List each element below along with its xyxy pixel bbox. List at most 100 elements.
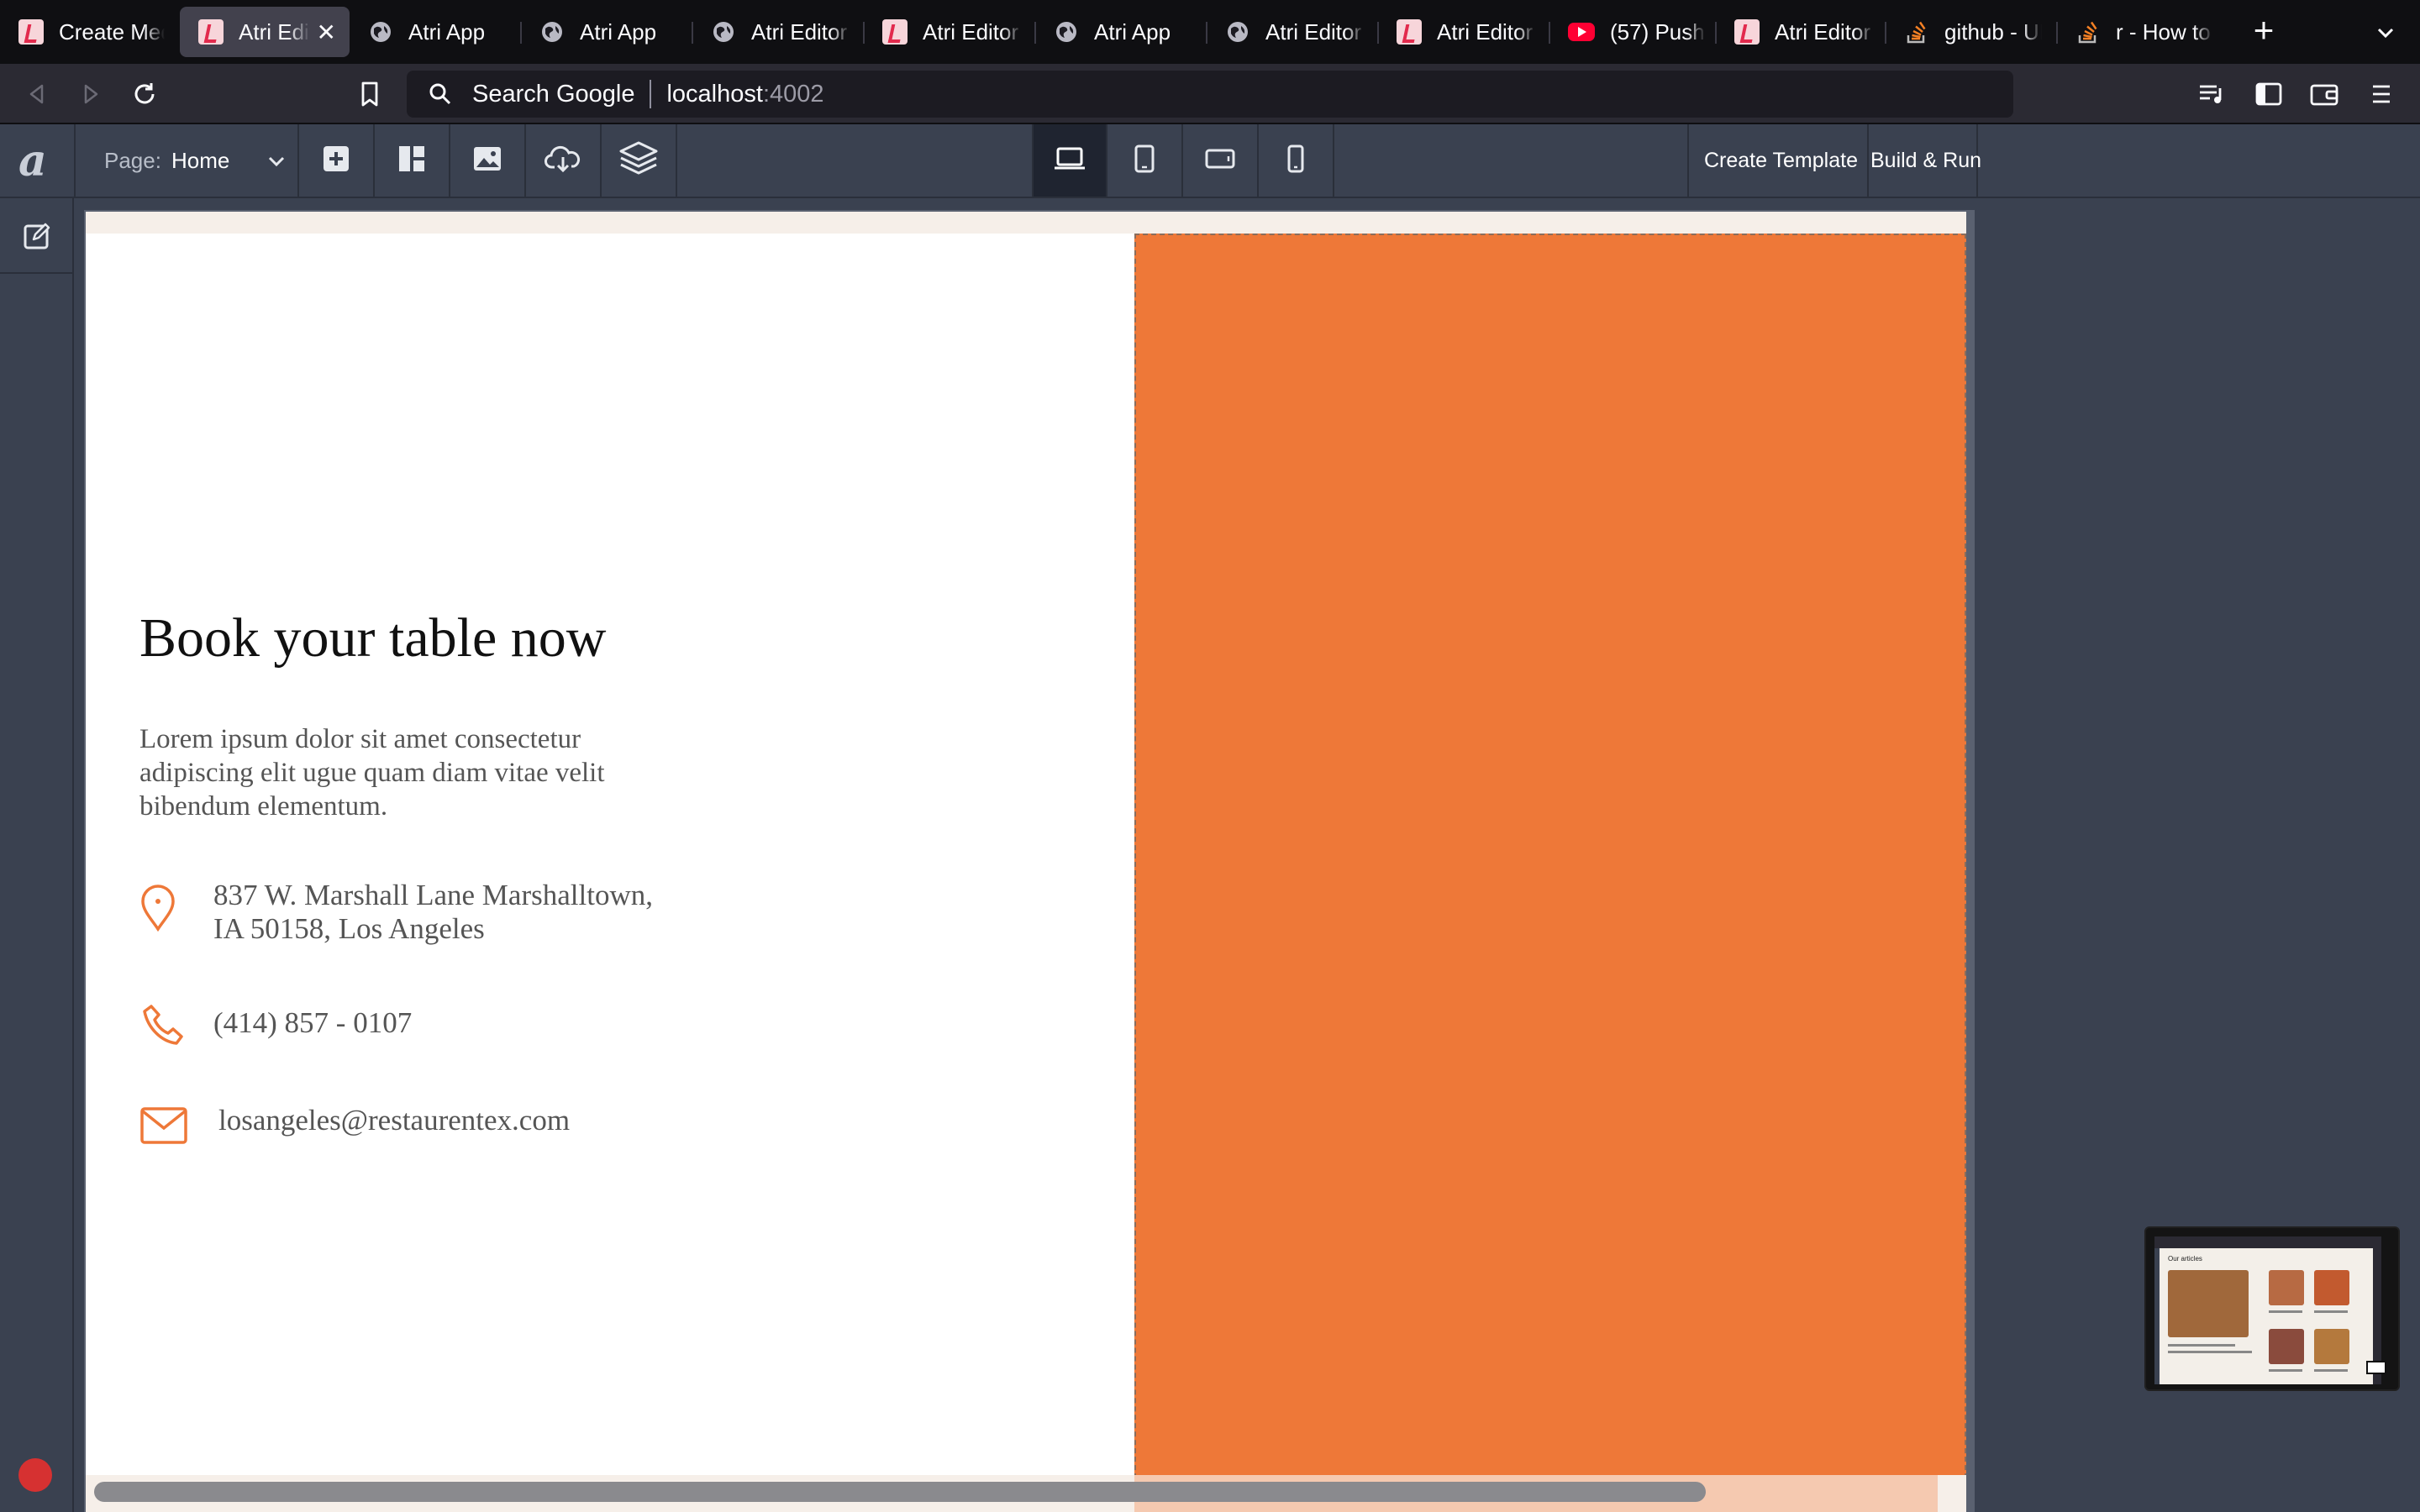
editor-left-rail [0, 198, 74, 1512]
atri-logo-icon [1734, 19, 1760, 45]
tab-title: Atri Edit [239, 18, 310, 45]
preview-caption [2269, 1369, 2302, 1372]
tablet-landscape-icon [1205, 147, 1235, 175]
tab-title: Create Med [59, 18, 165, 45]
canvas-page[interactable]: Book your table now Lorem ipsum dolor si… [86, 212, 1966, 1512]
tab-title: Atri App [408, 18, 486, 45]
sidebar-icon[interactable] [2254, 79, 2284, 109]
laptop-icon [1053, 146, 1086, 176]
edit-icon[interactable] [23, 222, 51, 255]
bookmark-icon[interactable] [355, 79, 385, 109]
tab-title: Atri Editor [751, 18, 848, 45]
globe-icon [711, 19, 736, 45]
phone-number: (414) 857 - 0107 [213, 1006, 413, 1039]
page-select-label: Page: [104, 147, 161, 173]
booking-description[interactable]: Lorem ipsum dolor sit amet consectetur a… [139, 722, 677, 823]
reload-icon[interactable] [129, 79, 160, 109]
browser-tab[interactable]: Atri Editor [1716, 7, 1887, 57]
browser-tab[interactable]: Create Med [0, 7, 178, 57]
preview-caption [2168, 1351, 2252, 1353]
add-component-button[interactable] [299, 124, 375, 197]
youtube-icon [1568, 23, 1595, 41]
globe-icon [1225, 19, 1250, 45]
image-icon [472, 145, 502, 176]
globe-icon [368, 19, 393, 45]
add-component-icon [322, 144, 350, 177]
address-line-1: 837 W. Marshall Lane Marshalltown, [213, 879, 653, 911]
search-icon [417, 71, 464, 118]
browser-tab[interactable]: Atri Editor [864, 7, 1035, 57]
page-preview-thumbnail[interactable]: Our articles [2144, 1226, 2400, 1391]
browser-tab[interactable]: Atri App [521, 7, 692, 57]
close-tab-icon[interactable]: ✕ [317, 18, 336, 46]
device-mobile-button[interactable] [1259, 124, 1334, 197]
page-select[interactable]: Page: Home [74, 124, 299, 197]
editor-toolbar: a Page: Home Create Template Build & Run [0, 124, 2420, 198]
mobile-icon [1286, 144, 1305, 177]
layers-button[interactable] [602, 124, 677, 197]
browser-tab[interactable]: Atri App [1035, 7, 1207, 57]
globe-icon [1054, 19, 1079, 45]
layout-button[interactable] [375, 124, 450, 197]
browser-tab[interactable]: Atri Editor [692, 7, 864, 57]
rail-divider [0, 272, 74, 274]
create-template-button[interactable]: Create Template [1687, 124, 1867, 197]
atri-logo-icon [1397, 19, 1422, 45]
page-select-value: Home [171, 147, 230, 173]
preview-caption [2168, 1344, 2235, 1347]
layout-icon [397, 144, 426, 177]
preview-caption [2314, 1310, 2348, 1313]
preview-food-image [2314, 1329, 2349, 1364]
tab-title: Atri Editor [1265, 18, 1362, 45]
address-line-2: IA 50158, Los Angeles [213, 912, 485, 945]
booking-heading[interactable]: Book your table now [139, 606, 606, 670]
preview-browser-bar [2154, 1236, 2381, 1248]
back-icon[interactable] [22, 79, 52, 109]
forward-icon[interactable] [76, 79, 106, 109]
record-indicator[interactable] [18, 1458, 52, 1492]
email-address: losangeles@restaurentex.com [218, 1104, 571, 1137]
cloud-download-button[interactable] [526, 124, 602, 197]
horizontal-scrollbar[interactable] [94, 1482, 1706, 1502]
address-row[interactable]: 837 W. Marshall Lane Marshalltown, IA 50… [139, 879, 744, 946]
playlist-icon[interactable] [2196, 79, 2227, 109]
phone-row[interactable]: (414) 857 - 0107 [139, 1003, 744, 1053]
atri-logo-icon [882, 19, 908, 45]
url-bar[interactable]: Search Google localhost:4002 [407, 71, 2013, 118]
tablet-icon [1133, 144, 1156, 177]
device-tablet-landscape-button[interactable] [1183, 124, 1259, 197]
device-tablet-button[interactable] [1107, 124, 1183, 197]
tab-title: github - UN [1944, 18, 2042, 45]
email-row[interactable]: losangeles@restaurentex.com [139, 1100, 744, 1151]
browser-tab[interactable]: Atri App [350, 7, 521, 57]
device-laptop-button[interactable] [1032, 124, 1107, 197]
preview-expand-button[interactable] [2366, 1361, 2386, 1374]
browser-tab[interactable]: (57) Push A [1549, 7, 1719, 57]
atri-logo-icon [18, 19, 44, 45]
stackoverflow-icon [1904, 19, 1929, 45]
browser-tab-active[interactable]: Atri Edit ✕ [180, 7, 350, 57]
url-host: localhost [666, 80, 763, 108]
search-engine-label: Search Google [472, 80, 635, 108]
preview-caption [2269, 1310, 2302, 1313]
selected-orange-panel[interactable] [1134, 234, 1966, 1512]
browser-tab[interactable]: Atri Editor [1207, 7, 1378, 57]
phone-icon [139, 1003, 187, 1058]
tab-title: Atri Editor [1437, 18, 1534, 45]
location-pin-icon [139, 884, 176, 940]
preview-screen: Our articles [2154, 1236, 2381, 1384]
browser-tab[interactable]: github - UN [1886, 7, 2055, 57]
atri-logo-icon [198, 19, 224, 45]
new-tab-button[interactable]: + [2245, 13, 2282, 50]
tab-title: Atri App [580, 18, 657, 45]
app-root: Create Med Atri Edit ✕ Atri App Atri App… [0, 0, 2420, 1512]
preview-title: Our articles [2168, 1255, 2202, 1263]
build-run-button[interactable]: Build & Run [1867, 124, 1981, 197]
wallet-icon[interactable] [2309, 79, 2339, 109]
chevron-down-icon[interactable] [2371, 18, 2400, 47]
browser-tab[interactable]: Atri Editor [1378, 7, 1549, 57]
browser-tab[interactable]: r - How to f [2057, 7, 2227, 57]
image-assets-button[interactable] [450, 124, 526, 197]
menu-icon[interactable] [2366, 79, 2396, 109]
preview-food-image [2269, 1270, 2304, 1305]
